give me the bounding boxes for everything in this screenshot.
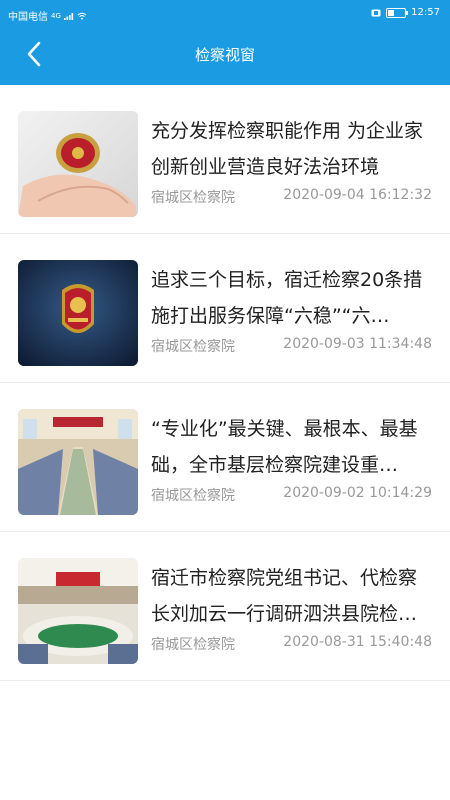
article-title: “专业化”最关键、最根本、最基础，全市基层检察院建设重…: [151, 418, 418, 476]
article-meta: 宿城区检察院 2020-09-04 16:12:32: [151, 187, 432, 207]
nfc-icon: [371, 9, 381, 16]
page-title: 检察视窗: [194, 46, 255, 64]
article-datetime: 2020-09-04 16:12:32: [283, 187, 432, 203]
article-meta: 宿城区检察院 2020-09-03 11:34:48: [151, 336, 432, 356]
article-thumbnail: [18, 558, 138, 664]
article-datetime: 2020-08-31 15:40:48: [283, 634, 432, 650]
article-title: 充分发挥检察职能作用 为企业家创新创业营造良好法治环境: [151, 120, 424, 178]
article-thumbnail: [18, 111, 138, 217]
article-thumbnail: [18, 409, 138, 515]
app-header: 中国电信 4G 12:57 检察视窗: [0, 0, 450, 85]
battery-icon: [386, 7, 409, 18]
list-item[interactable]: 追求三个目标，宿迁检察20条措施打出服务保障“六稳”“六… 宿城区检察院 202…: [0, 234, 450, 383]
carrier-label: 中国电信: [8, 12, 48, 23]
status-time: 12:57: [411, 7, 440, 18]
article-meta: 宿城区检察院 2020-09-02 10:14:29: [151, 485, 432, 505]
article-source: 宿城区检察院: [151, 488, 235, 504]
article-datetime: 2020-09-03 11:34:48: [283, 336, 432, 352]
list-item[interactable]: 宿迁市检察院党组书记、代检察长刘加云一行调研泗洪县院检… 宿城区检察院 2020…: [0, 532, 450, 681]
article-source: 宿城区检察院: [151, 339, 235, 355]
network-label: 4G: [51, 11, 61, 20]
article-meta: 宿城区检察院 2020-08-31 15:40:48: [151, 634, 432, 654]
wifi-icon: [77, 12, 87, 19]
article-source: 宿城区检察院: [151, 637, 235, 653]
article-title: 宿迁市检察院党组书记、代检察长刘加云一行调研泗洪县院检…: [151, 567, 418, 625]
article-list: 充分发挥检察职能作用 为企业家创新创业营造良好法治环境 宿城区检察院 2020-…: [0, 85, 450, 681]
list-item[interactable]: “专业化”最关键、最根本、最基础，全市基层检察院建设重… 宿城区检察院 2020…: [0, 383, 450, 532]
status-bar: 中国电信 4G 12:57: [0, 0, 450, 28]
article-thumbnail: [18, 260, 138, 366]
article-datetime: 2020-09-02 10:14:29: [283, 485, 432, 501]
article-title: 追求三个目标，宿迁检察20条措施打出服务保障“六稳”“六…: [151, 269, 423, 327]
list-item[interactable]: 充分发挥检察职能作用 为企业家创新创业营造良好法治环境 宿城区检察院 2020-…: [0, 85, 450, 234]
article-source: 宿城区检察院: [151, 190, 235, 206]
signal-icon: [63, 12, 73, 20]
